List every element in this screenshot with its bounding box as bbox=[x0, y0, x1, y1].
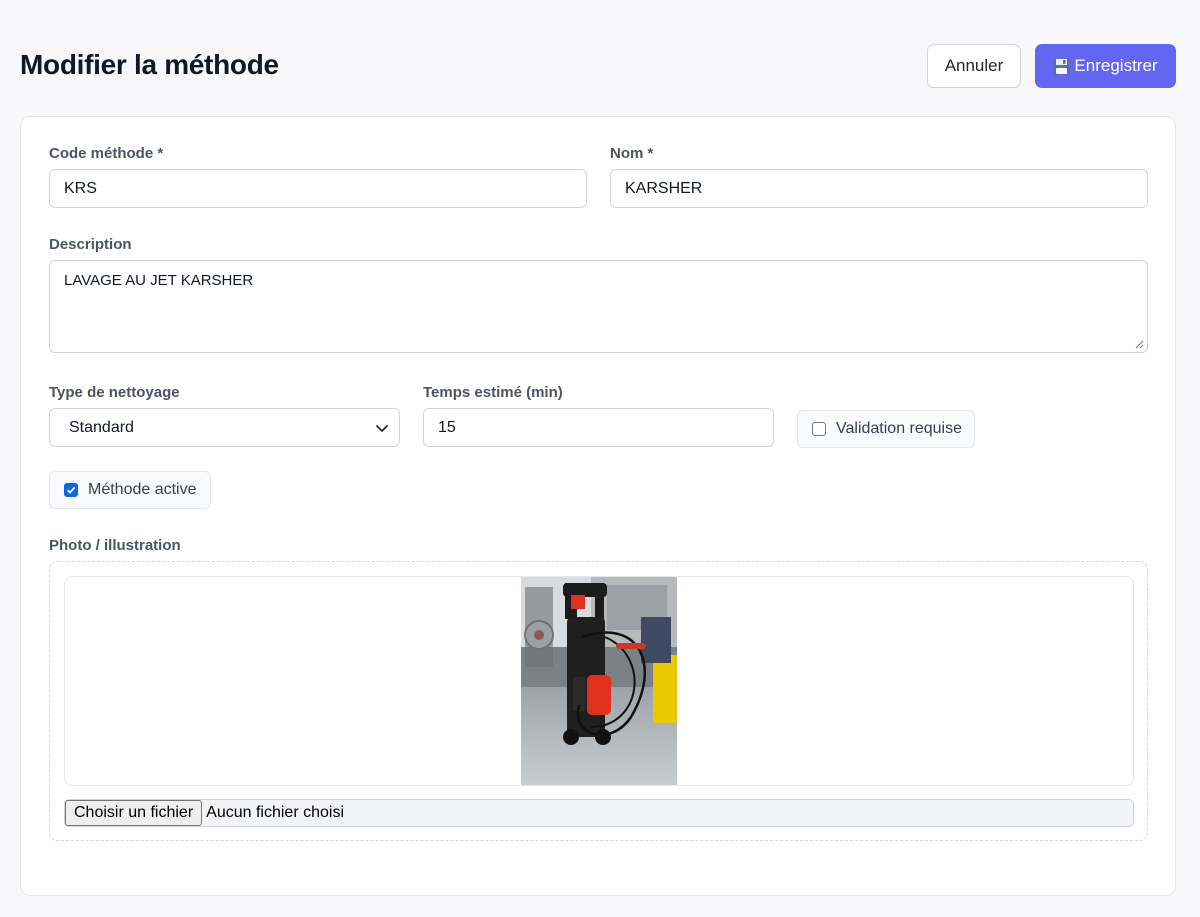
cleaning-type-value: Standard bbox=[69, 418, 134, 436]
choose-file-button[interactable]: Choisir un fichier bbox=[65, 800, 203, 826]
validation-required-toggle[interactable]: Validation requise bbox=[797, 410, 975, 448]
code-label: Code méthode * bbox=[49, 145, 164, 162]
name-input[interactable]: KARSHER bbox=[610, 169, 1148, 208]
method-active-toggle[interactable]: Méthode active bbox=[49, 471, 211, 509]
resize-handle-icon[interactable] bbox=[1134, 339, 1144, 349]
description-label: Description bbox=[49, 236, 132, 253]
cleaning-type-select[interactable]: Standard bbox=[49, 408, 400, 447]
description-value: LAVAGE AU JET KARSHER bbox=[64, 272, 254, 289]
save-button-label: Enregistrer bbox=[1074, 56, 1158, 75]
cancel-button[interactable]: Annuler bbox=[927, 44, 1021, 88]
cleaning-type-label: Type de nettoyage bbox=[49, 384, 180, 401]
estimated-time-input[interactable]: 15 bbox=[423, 408, 774, 447]
name-label: Nom * bbox=[610, 145, 654, 162]
file-status: Aucun fichier choisi bbox=[206, 804, 344, 821]
photo-dropzone[interactable]: Choisir un fichier Aucun fichier choisi bbox=[49, 561, 1148, 841]
pressure-washer-photo bbox=[521, 577, 677, 785]
validation-required-label: Validation requise bbox=[836, 420, 963, 437]
chevron-down-icon bbox=[375, 424, 389, 433]
code-input[interactable]: KRS bbox=[49, 169, 587, 208]
floppy-disk-icon bbox=[1053, 58, 1070, 75]
method-active-checkbox[interactable] bbox=[64, 483, 78, 497]
validation-required-checkbox[interactable] bbox=[812, 422, 826, 436]
description-textarea[interactable]: LAVAGE AU JET KARSHER bbox=[49, 260, 1148, 353]
page-title: Modifier la méthode bbox=[20, 49, 279, 80]
method-active-label: Méthode active bbox=[88, 481, 197, 498]
file-input[interactable]: Choisir un fichier Aucun fichier choisi bbox=[64, 799, 1134, 827]
header-actions: Annuler Enregistrer bbox=[927, 44, 1176, 88]
photo-label: Photo / illustration bbox=[49, 537, 181, 554]
save-button[interactable]: Enregistrer bbox=[1035, 44, 1176, 88]
method-form-card: Code méthode * KRS Nom * KARSHER Descrip… bbox=[20, 116, 1176, 896]
estimated-time-label: Temps estimé (min) bbox=[423, 384, 563, 401]
check-icon bbox=[66, 486, 76, 494]
photo-preview bbox=[64, 576, 1134, 786]
